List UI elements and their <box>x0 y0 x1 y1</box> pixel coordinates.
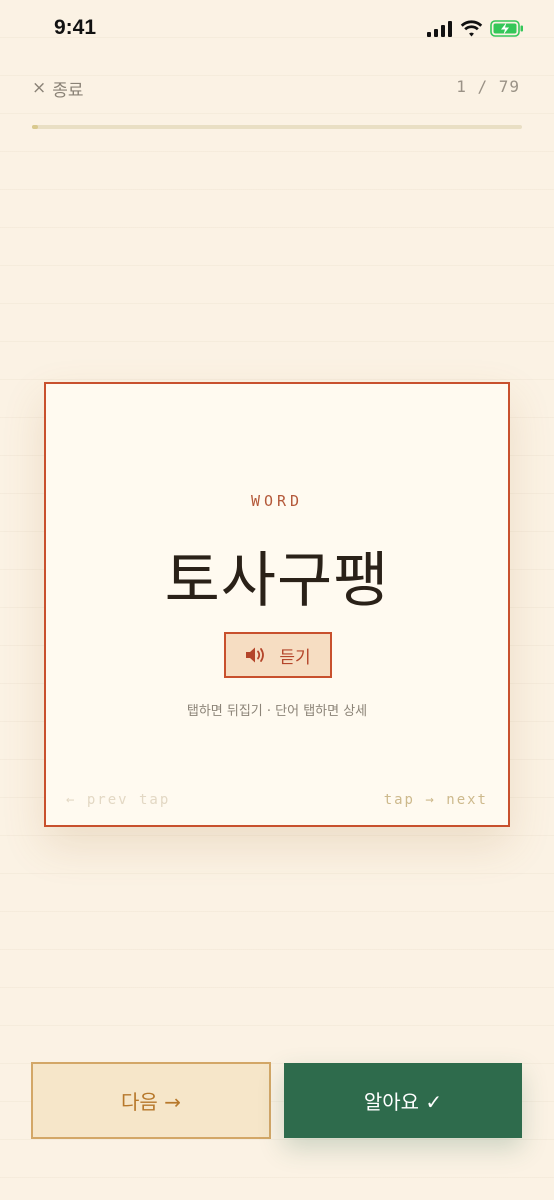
flashcard[interactable]: WORD 토사구팽 듣기 탭하면 뒤집기 · 단어 탭하면 상세 ← prev … <box>44 382 510 827</box>
flashcard-screen: 9:41 × 종료 1 / 79 WORD 토사구팽 듣기 탭하면 뒤집기 · … <box>0 0 554 1200</box>
progress-counter: 1 / 79 <box>456 77 520 96</box>
wifi-icon <box>460 20 483 37</box>
close-label: 종료 <box>52 80 84 101</box>
cellular-signal-icon <box>427 20 452 37</box>
status-bar: 9:41 <box>0 0 554 60</box>
card-word[interactable]: 토사구팽 <box>46 532 508 619</box>
status-time: 9:41 <box>54 16 97 39</box>
status-icons <box>427 20 524 37</box>
know-button[interactable]: 알아요 ✓ <box>284 1063 522 1138</box>
progress-bar <box>32 125 522 129</box>
next-tap-hint[interactable]: tap → next <box>384 792 488 808</box>
card-kind-label: WORD <box>250 492 304 510</box>
listen-button[interactable]: 듣기 <box>224 632 332 678</box>
next-button[interactable]: 다음 → <box>31 1062 271 1139</box>
close-button[interactable]: × 종료 <box>32 76 84 101</box>
listen-label: 듣기 <box>279 647 311 668</box>
card-hint: 탭하면 뒤집기 · 단어 탭하면 상세 <box>186 704 368 719</box>
close-icon: × <box>32 78 47 98</box>
battery-charging-icon <box>490 20 523 37</box>
progress-bar-fill <box>32 125 39 129</box>
prev-tap-hint[interactable]: ← prev tap <box>66 792 170 808</box>
speaker-icon <box>246 647 265 663</box>
